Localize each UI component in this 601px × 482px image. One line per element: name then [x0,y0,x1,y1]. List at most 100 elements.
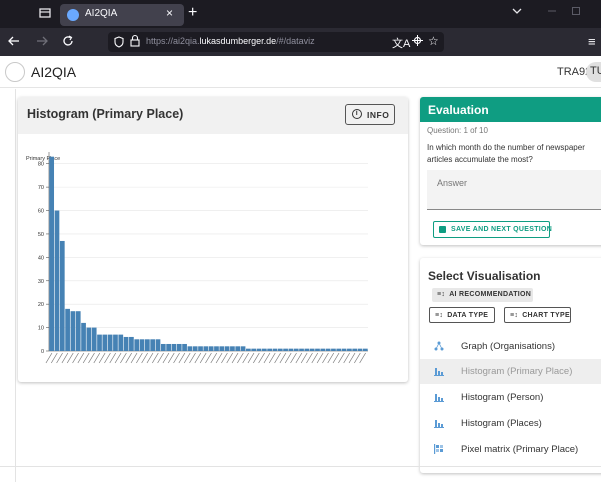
bar [341,348,347,351]
info-button[interactable]: i INFO [345,104,395,125]
bar [352,348,358,351]
y-tick-label: 30 [38,279,44,285]
answer-input[interactable]: Answer [427,170,601,210]
avatar[interactable]: TU [586,62,601,82]
vis-item-graph-organisations[interactable]: Graph (Organisations) [420,334,601,359]
x-tick-mark [61,352,69,364]
evaluation-header: Evaluation [420,97,601,122]
lock-icon[interactable] [130,34,140,47]
y-tick-label: 50 [38,232,44,238]
minimize-icon[interactable] [548,6,556,18]
bar [54,210,60,351]
bar [214,346,219,351]
vis-item-label: Graph (Organisations) [461,341,555,352]
ai-recommendation-chip[interactable]: ≡↕ AI RECOMMENDATION [432,288,533,302]
vis-item-histogram-person[interactable]: Histogram (Person) [420,385,601,410]
bar [187,346,193,351]
bar [102,334,108,351]
vis-item-pixel-matrix-primary-place[interactable]: Pixel matrix (Primary Place) [420,437,601,462]
bar [277,348,283,351]
x-tick-mark [45,352,53,364]
x-tick-mark [354,352,361,364]
y-tick-label: 40 [38,255,44,261]
x-tick-mark [215,352,223,364]
left-divider [15,89,16,482]
browser-chrome: AI2QIA × + https://ai2qia.lukasdumberger… [0,0,601,56]
vis-item-label: Histogram (Primary Place) [461,366,573,377]
x-tick-mark [151,352,159,364]
vis-item-histogram-places[interactable]: Histogram (Places) [420,411,601,436]
tab-title: AI2QIA [85,8,118,19]
bar [59,240,65,351]
url-text[interactable]: https://ai2qia.lukasdumberger.de/#/datav… [146,36,315,46]
y-tick-label: 10 [38,326,44,332]
bar [150,339,156,351]
bar-chart-icon [434,394,444,402]
tab-close-button[interactable]: × [166,6,173,20]
reload-icon[interactable] [62,35,74,50]
evaluation-title: Evaluation [428,103,489,117]
url-suffix: /#/dataviz [276,36,315,46]
bar [155,339,161,351]
translate-icon[interactable]: 文A [392,35,410,51]
x-tick-mark [348,352,356,364]
bar [97,334,102,351]
histogram-title: Histogram (Primary Place) [27,107,184,121]
shield-icon[interactable] [114,35,124,48]
sort-icon: ≡↕ [437,291,446,298]
back-icon[interactable] [8,35,20,50]
tab-list-icon[interactable] [38,6,54,22]
url-bar[interactable]: https://ai2qia.lukasdumberger.de/#/datav… [108,32,444,52]
bar [347,348,352,351]
bar [235,346,241,351]
chart-type-chip[interactable]: ≡↕ CHART TYPE [504,307,571,323]
bar [256,348,262,351]
extension-icon[interactable] [412,35,423,49]
x-tick-mark [221,352,228,364]
x-tick-mark [306,352,313,364]
browser-tab[interactable]: AI2QIA × [60,4,184,26]
save-next-label: SAVE AND NEXT QUESTION [451,226,553,233]
bar [192,346,198,351]
x-tick-mark [141,352,148,364]
y-tick-label: 60 [38,209,44,215]
x-tick-mark [295,352,303,364]
save-next-button[interactable]: SAVE AND NEXT QUESTION [433,221,553,238]
maximize-icon[interactable] [572,6,580,18]
bar [288,348,294,351]
ai-recommendation-label: AI RECOMMENDATION [449,291,532,298]
chevron-down-icon[interactable] [512,6,522,18]
vis-item-label: Histogram (Places) [461,418,542,429]
x-tick-mark [253,352,260,364]
visualisation-card: Select Visualisation ≡↕ AI RECOMMENDATION… [420,258,601,473]
x-tick-mark [77,352,85,364]
x-tick-mark [242,352,249,364]
forward-icon[interactable] [36,35,48,50]
question-number: Question: 1 of 10 [427,126,488,135]
tab-bar: AI2QIA × + [0,0,601,28]
bar [171,343,177,351]
x-tick-mark [258,352,265,364]
bar [219,346,225,351]
vis-item-label: Histogram (Person) [461,392,544,403]
star-icon[interactable]: ☆ [428,34,439,48]
bar [336,348,342,351]
x-tick-mark [263,352,271,364]
data-type-chip[interactable]: ≡↕ DATA TYPE [429,307,495,323]
new-tab-button[interactable]: + [188,4,197,22]
bar [362,348,368,351]
x-tick-mark [332,352,340,364]
x-tick-mark [72,352,79,364]
x-tick-mark [167,352,175,364]
bar [166,343,171,351]
bar [240,346,246,351]
x-tick-mark [274,352,281,364]
graph-icon [434,341,444,351]
y-tick-label: 70 [38,185,44,191]
menu-icon[interactable]: ≡ [588,34,596,49]
vis-item-histogram-primary-place[interactable]: Histogram (Primary Place) [420,359,601,384]
x-tick-mark [247,352,255,364]
bar [70,311,76,351]
bar [304,348,310,351]
bar [107,334,113,351]
